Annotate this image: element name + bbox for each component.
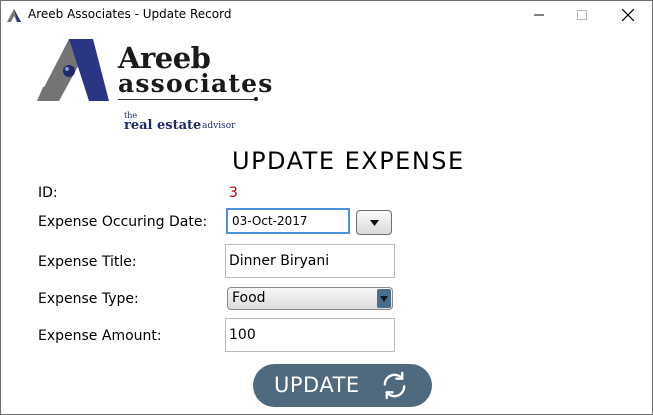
triangle-logo-icon <box>7 9 21 22</box>
title-bar[interactable]: Areeb Associates - Update Record <box>1 1 652 29</box>
page-title: UPDATE EXPENSE <box>232 147 465 175</box>
window-title: Areeb Associates - Update Record <box>28 7 232 21</box>
title-label: Expense Title: <box>38 254 137 270</box>
amount-field[interactable]: 100 <box>225 318 395 352</box>
type-select-value: Food <box>232 290 266 306</box>
logo-name-line2: associates <box>118 69 274 98</box>
title-field[interactable]: Dinner Biryani <box>225 244 395 278</box>
maximize-icon <box>577 10 587 20</box>
logo-divider <box>118 99 255 100</box>
type-select[interactable]: Food <box>227 287 393 310</box>
logo-tagline-advisor: advisor <box>202 121 236 131</box>
app-window: Areeb Associates - Update Record Areeb a… <box>0 0 653 415</box>
minimize-icon <box>534 14 544 16</box>
logo-tagline-main: real estate <box>124 118 202 133</box>
type-label: Expense Type: <box>38 291 139 307</box>
caret-down-icon <box>380 295 388 302</box>
refresh-icon <box>383 371 406 400</box>
amount-label: Expense Amount: <box>38 328 162 344</box>
date-field[interactable]: 03-Oct-2017 <box>226 208 350 234</box>
maximize-button[interactable] <box>559 1 605 29</box>
date-picker-button[interactable] <box>356 210 392 235</box>
close-button[interactable] <box>605 1 651 29</box>
date-label: Expense Occuring Date: <box>38 214 208 230</box>
logo-dot <box>254 97 258 101</box>
minimize-button[interactable] <box>516 1 562 29</box>
id-label: ID: <box>38 185 58 201</box>
close-icon <box>622 9 634 21</box>
update-button-label: UPDATE <box>274 373 360 397</box>
id-value: 3 <box>229 185 238 201</box>
update-button[interactable]: UPDATE <box>253 364 432 407</box>
select-arrow <box>377 289 391 308</box>
caret-down-icon <box>369 219 379 226</box>
